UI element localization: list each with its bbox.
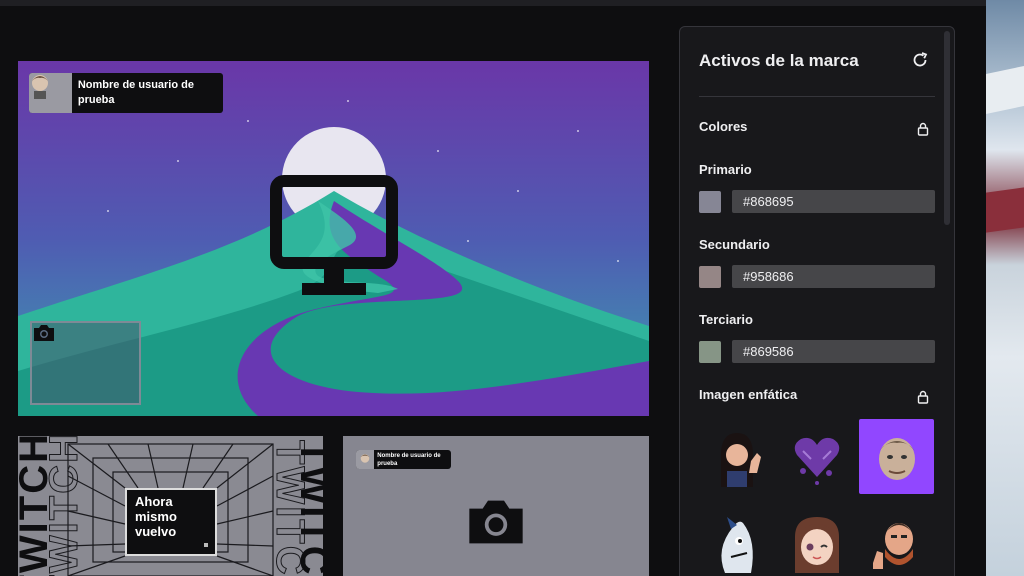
avatar — [29, 73, 72, 113]
panel-title: Activos de la marca — [699, 51, 859, 70]
anime-girl-emote[interactable] — [779, 505, 854, 576]
kappa-face-emote[interactable] — [859, 419, 934, 494]
brb-scene-thumbnail[interactable]: TWITCH TWITCH TWITC TWITC Ahora mismo vu… — [18, 436, 323, 576]
username-chip: Nombre de usuario de prueba — [29, 73, 223, 113]
secondary-hex-input[interactable]: #958686 — [732, 265, 935, 288]
webcam-scene-thumbnail[interactable]: Nombre de usuario de prueba — [343, 436, 649, 576]
tertiary-swatch[interactable] — [699, 341, 721, 363]
tertiary-label: Terciario — [699, 312, 753, 327]
desktop-background-strip — [986, 0, 1024, 576]
thumbs-up-man-emote[interactable] — [859, 505, 934, 576]
lock-icon-colors[interactable] — [917, 122, 929, 136]
secondary-swatch[interactable] — [699, 266, 721, 288]
desktop-shape — [986, 65, 1024, 115]
webcam-placeholder[interactable] — [30, 321, 141, 405]
top-bar — [0, 0, 986, 6]
primary-swatch[interactable] — [699, 191, 721, 213]
brand-assets-panel: Activos de la marca Colores Primario #86… — [679, 26, 955, 576]
stream-preview-main: Nombre de usuario de prueba — [18, 61, 649, 416]
username-label-small: Nombre de usuario de prueba — [377, 452, 441, 467]
camera-icon-large — [464, 494, 528, 555]
username-chip-small: Nombre de usuario de prueba — [356, 450, 451, 469]
refresh-icon — [911, 51, 929, 74]
brb-dot — [204, 543, 208, 547]
fish-emote[interactable] — [699, 505, 774, 576]
primary-hex-input[interactable]: #868695 — [732, 190, 935, 213]
avatar-small — [356, 450, 375, 469]
colors-heading: Colores — [699, 119, 748, 134]
tertiary-hex-input[interactable]: #869586 — [732, 340, 935, 363]
purple-heart-emote[interactable] — [779, 419, 854, 494]
secondary-label: Secundario — [699, 237, 770, 252]
divider — [699, 96, 935, 97]
brb-box: Ahora mismo vuelvo — [125, 488, 217, 556]
primary-label: Primario — [699, 162, 752, 177]
woman-waving-emote[interactable] — [699, 419, 774, 494]
twitch-outline-text-left: TWITCH — [42, 436, 87, 576]
twitch-vertical-text-right: TWITC — [292, 440, 323, 576]
panel-scrollbar[interactable] — [944, 31, 950, 225]
lock-icon-emphasis[interactable] — [917, 390, 929, 404]
username-label: Nombre de usuario de prueba — [77, 79, 194, 106]
brb-text: Ahora mismo vuelvo — [135, 494, 177, 539]
desktop-shape — [986, 187, 1024, 233]
refresh-button[interactable] — [910, 51, 930, 74]
emphasis-image-heading: Imagen enfática — [699, 387, 798, 402]
